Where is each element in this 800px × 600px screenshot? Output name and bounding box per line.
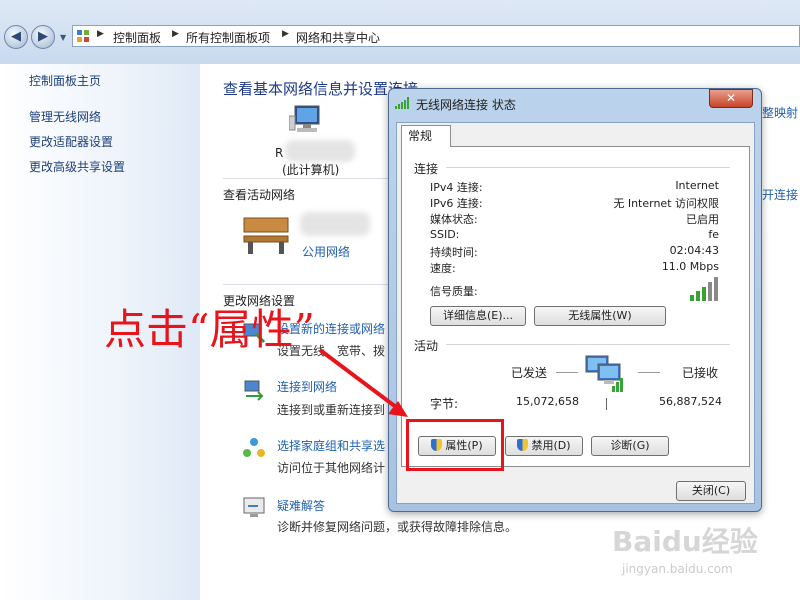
- highlight-box: [406, 419, 504, 471]
- watermark-url: jingyan.baidu.com: [622, 562, 733, 576]
- annotation-arrow-icon: [318, 348, 408, 417]
- watermark-logo: Baidu经验: [612, 525, 758, 558]
